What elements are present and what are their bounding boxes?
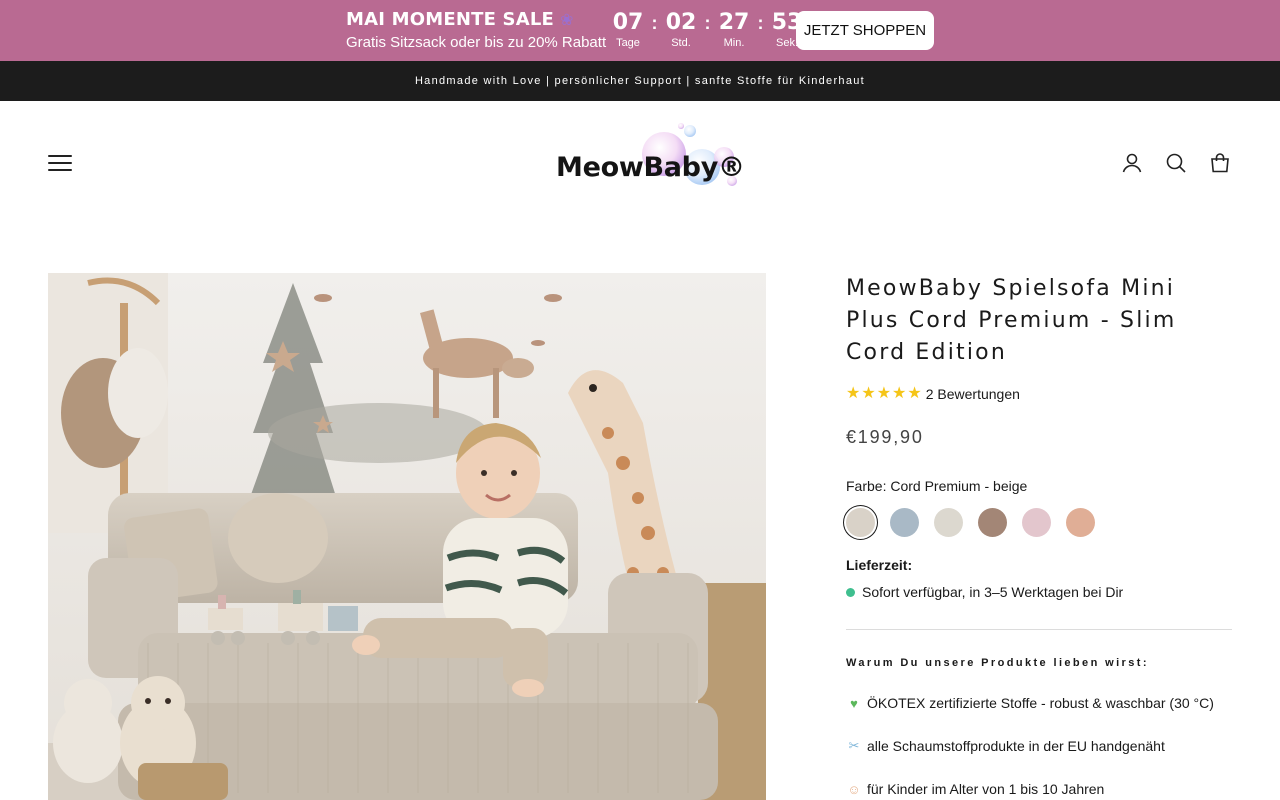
color-label: Farbe: Cord Premium - beige — [846, 478, 1028, 494]
feature-text: ÖKOTEX zertifizierte Stoffe - robust & w… — [867, 695, 1214, 711]
star-icon: ★ — [861, 385, 876, 402]
countdown-days: 07 Tage — [608, 10, 648, 49]
countdown-hours: 02 Std. — [661, 10, 701, 49]
countdown-separator: : — [704, 13, 711, 33]
delivery-status: Sofort verfügbar, in 3–5 Werktagen bei D… — [846, 584, 1123, 600]
baby-icon: ☺ — [847, 781, 861, 797]
star-icon: ★ — [876, 385, 892, 402]
countdown-value: 27 — [718, 10, 750, 35]
sale-subtitle: Gratis Sitzsack oder bis zu 20% Rabatt — [346, 34, 607, 51]
delivery-label: Lieferzeit: — [846, 557, 913, 573]
reviews-count[interactable]: 2 Bewertungen — [926, 386, 1020, 402]
green-heart-icon: ♥ — [850, 695, 858, 711]
cart-icon[interactable] — [1208, 151, 1232, 175]
countdown-minutes: 27 Min. — [714, 10, 754, 49]
color-swatch[interactable] — [934, 508, 963, 537]
search-icon[interactable] — [1164, 151, 1188, 175]
star-icon: ★ — [907, 385, 922, 402]
product-image[interactable] — [48, 273, 766, 800]
product-photo — [48, 273, 766, 800]
shop-now-button[interactable]: JETZT SHOPPEN — [796, 11, 934, 50]
site-header: MeowBaby® — [0, 101, 1280, 223]
flower-icon: ❀ — [560, 10, 574, 29]
countdown-timer: 07 Tage : 02 Std. : 27 Min. : 53 Sek. — [608, 10, 807, 52]
countdown-value: 07 — [612, 10, 644, 35]
color-swatch[interactable] — [1022, 508, 1051, 537]
countdown-separator: : — [651, 13, 658, 33]
feature-item: ♥ ÖKOTEX zertifizierte Stoffe - robust &… — [846, 695, 1214, 711]
sale-banner: MAI MOMENTE SALE ❀ Gratis Sitzsack oder b… — [0, 0, 1280, 61]
menu-icon[interactable] — [48, 154, 72, 172]
color-swatch[interactable] — [890, 508, 919, 537]
in-stock-dot-icon — [846, 587, 855, 597]
product-rating[interactable]: ★ ★ ★ ★ ★ 2 Bewertungen — [846, 386, 1020, 403]
logo[interactable]: MeowBaby® — [552, 121, 748, 201]
why-title: Warum Du unsere Produkte lieben wirst: — [846, 657, 1149, 669]
account-icon[interactable] — [1120, 151, 1144, 175]
rating-stars: ★ ★ ★ ★ ★ — [846, 386, 922, 402]
divider — [846, 629, 1232, 630]
sale-title: MAI MOMENTE SALE ❀ — [346, 9, 574, 30]
color-swatch[interactable] — [1066, 508, 1095, 537]
info-bar-text: Handmade with Love | persönlicher Suppor… — [414, 75, 866, 87]
star-icon: ★ — [846, 385, 861, 402]
logo-text: MeowBaby® — [556, 152, 745, 183]
feature-text: alle Schaumstoffprodukte in der EU handg… — [867, 738, 1165, 754]
countdown-separator: : — [757, 13, 764, 33]
product-price: €199,90 — [846, 427, 924, 447]
color-swatch[interactable] — [846, 508, 875, 537]
thread-icon: ✂ — [848, 738, 860, 753]
countdown-label: Tage — [616, 37, 640, 49]
product-title: MeowBaby Spielsofa Mini Plus Cord Premiu… — [846, 276, 1177, 365]
product-info: MeowBaby Spielsofa Mini Plus Cord Premiu… — [846, 273, 1232, 797]
star-icon: ★ — [892, 385, 907, 402]
feature-text: für Kinder im Alter von 1 bis 10 Jahren — [867, 781, 1105, 797]
sale-title-text: MAI MOMENTE SALE — [346, 9, 554, 30]
info-bar: Handmade with Love | persönlicher Suppor… — [0, 61, 1280, 101]
countdown-label: Std. — [671, 37, 691, 49]
feature-item: ☺ für Kinder im Alter von 1 bis 10 Jahre… — [846, 781, 1104, 797]
countdown-label: Min. — [723, 37, 745, 49]
color-swatches — [846, 508, 1095, 537]
countdown-value: 02 — [665, 10, 697, 35]
delivery-status-text: Sofort verfügbar, in 3–5 Werktagen bei D… — [862, 584, 1124, 600]
feature-item: ✂ alle Schaumstoffprodukte in der EU han… — [846, 738, 1165, 754]
color-swatch[interactable] — [978, 508, 1007, 537]
